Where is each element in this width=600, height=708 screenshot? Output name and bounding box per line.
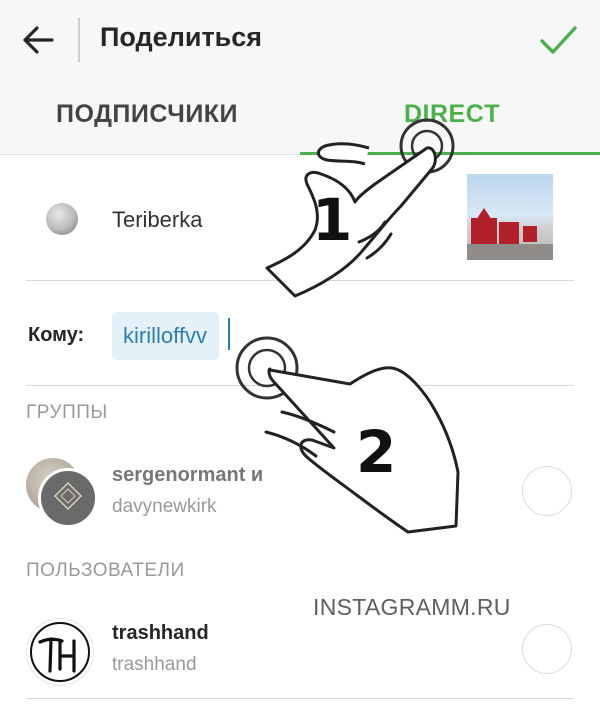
divider bbox=[26, 385, 574, 386]
user-name: trashhand bbox=[112, 622, 209, 644]
recipient-row: Кому: kirilloffvv bbox=[0, 300, 600, 384]
list-item[interactable]: trashhand trashhand bbox=[0, 612, 600, 692]
divider bbox=[26, 280, 574, 281]
top-bar: Поделиться bbox=[0, 0, 600, 82]
user-avatar bbox=[26, 618, 94, 686]
text-cursor bbox=[228, 318, 230, 350]
diamond-logo-icon bbox=[53, 481, 83, 511]
recipient-label: Кому: bbox=[28, 324, 85, 346]
group-name: sergenormant и bbox=[112, 464, 264, 486]
arrow-left-icon[interactable] bbox=[20, 22, 56, 58]
user-username: trashhand bbox=[112, 654, 197, 675]
group-members: davynewkirk bbox=[112, 496, 217, 517]
tab-followers[interactable]: ПОДПИСЧИКИ bbox=[56, 100, 238, 129]
header-divider bbox=[78, 18, 80, 62]
location-avatar bbox=[46, 203, 78, 235]
step-number: 1 bbox=[312, 186, 353, 254]
page-title: Поделиться bbox=[100, 22, 263, 52]
group-avatar bbox=[38, 468, 98, 528]
select-radio[interactable] bbox=[522, 624, 572, 674]
post-thumbnail bbox=[467, 174, 553, 260]
users-header: ПОЛЬЗОВАТЕЛИ bbox=[26, 560, 185, 581]
divider bbox=[26, 698, 574, 699]
select-radio[interactable] bbox=[522, 466, 572, 516]
watermark: INSTAGRAMM.RU bbox=[313, 594, 511, 620]
check-icon[interactable] bbox=[536, 20, 580, 60]
groups-header: ГРУППЫ bbox=[26, 402, 108, 423]
th-logo-icon bbox=[30, 622, 90, 682]
share-tabs: ПОДПИСЧИКИ DIRECT bbox=[0, 82, 600, 155]
tab-direct[interactable]: DIRECT bbox=[404, 100, 500, 129]
recipient-chip[interactable]: kirilloffvv bbox=[112, 312, 219, 360]
post-location: Teriberka bbox=[112, 207, 203, 232]
step-number: 2 bbox=[356, 418, 397, 486]
post-preview: Teriberka bbox=[0, 155, 600, 280]
list-item[interactable]: sergenormant и davynewkirk bbox=[0, 452, 600, 532]
